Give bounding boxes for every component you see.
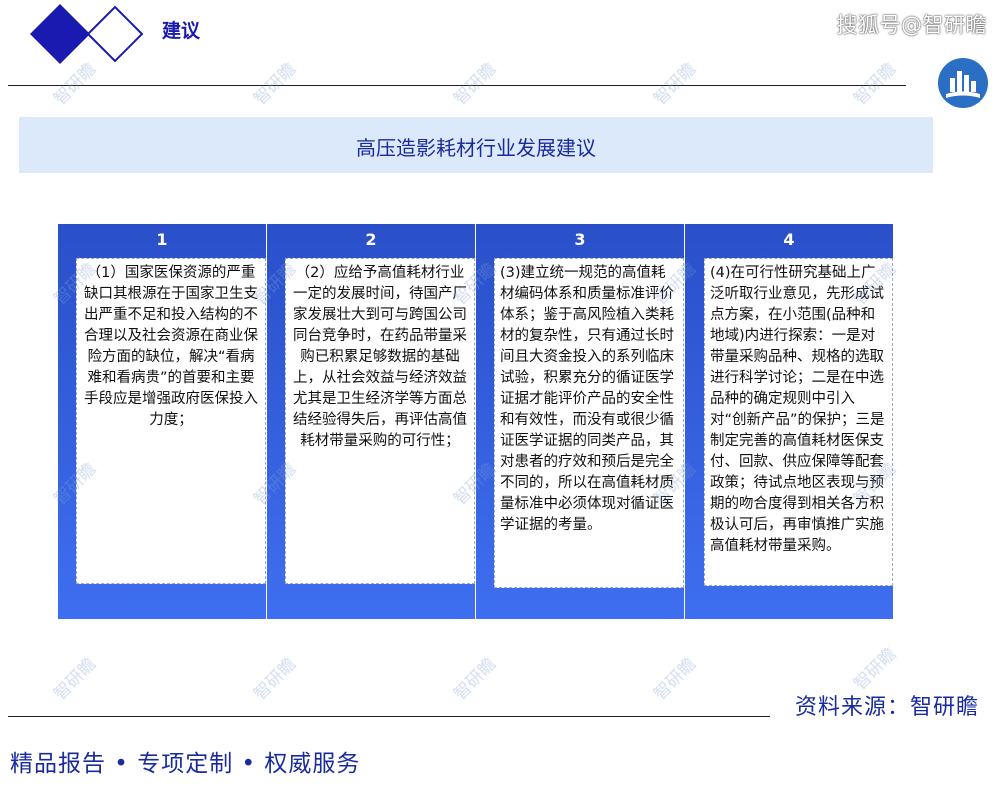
watermark: 智研瞻 — [450, 59, 501, 110]
suggestion-text: (3)建立统一规范的高值耗材编码体系和质量标准评价体系；鉴于高风险植入类耗材的复… — [500, 265, 674, 533]
suggestion-column-4: 4 (4)在可行性研究基础上广泛听取行业意见，先形成试点方案，在小范围(品种和地… — [685, 224, 893, 619]
suggestion-text-box: （1）国家医保资源的严重缺口其根源在于国家卫生支出严重不足和投入结构的不合理以及… — [76, 258, 266, 584]
suggestion-text: （1）国家医保资源的严重缺口其根源在于国家卫生支出严重不足和投入结构的不合理以及… — [84, 265, 258, 428]
title-banner: 高压造影耗材行业发展建议 — [19, 117, 933, 173]
watermark: 智研瞻 — [450, 654, 501, 705]
watermark: 智研瞻 — [50, 654, 101, 705]
suggestion-column-1: 1 （1）国家医保资源的严重缺口其根源在于国家卫生支出严重不足和投入结构的不合理… — [58, 224, 266, 619]
footer-divider — [8, 716, 770, 717]
company-logo-icon — [938, 58, 988, 108]
watermark: 智研瞻 — [850, 59, 901, 110]
suggestion-column-2: 2 （2）应给予高值耗材行业一定的发展时间，待国产厂家发展壮大到可与跨国公司同台… — [267, 224, 475, 619]
suggestion-text-box: （2）应给予高值耗材行业一定的发展时间，待国产厂家发展壮大到可与跨国公司同台竞争… — [285, 258, 475, 584]
header-divider — [8, 85, 906, 86]
watermark: 智研瞻 — [850, 644, 901, 695]
footer-tagline: 精品报告 • 专项定制 • 权威服务 — [10, 751, 361, 777]
column-number: 1 — [156, 230, 168, 249]
platform-tag: 搜狐号@智研瞻 — [836, 13, 987, 37]
header-title: 建议 — [162, 20, 201, 42]
column-number: 3 — [574, 230, 586, 249]
banner-title: 高压造影耗材行业发展建议 — [356, 136, 596, 160]
watermark: 智研瞻 — [250, 59, 301, 110]
column-number: 2 — [365, 230, 377, 249]
suggestion-column-3: 3 (3)建立统一规范的高值耗材编码体系和质量标准评价体系；鉴于高风险植入类耗材… — [476, 224, 684, 619]
watermark: 智研瞻 — [650, 59, 701, 110]
suggestions-panel: 1 （1）国家医保资源的严重缺口其根源在于国家卫生支出严重不足和投入结构的不合理… — [58, 224, 893, 619]
suggestion-text-box: (3)建立统一规范的高值耗材编码体系和质量标准评价体系；鉴于高风险植入类耗材的复… — [494, 258, 684, 588]
column-number: 4 — [783, 230, 795, 249]
suggestion-text: （2）应给予高值耗材行业一定的发展时间，待国产厂家发展壮大到可与跨国公司同台竞争… — [293, 265, 467, 449]
suggestion-text: (4)在可行性研究基础上广泛听取行业意见，先形成试点方案，在小范围(品种和地域)… — [710, 265, 885, 554]
source-note: 资料来源：智研瞻 — [795, 695, 980, 720]
logo-diamonds-icon — [30, 4, 144, 64]
suggestion-text-box: (4)在可行性研究基础上广泛听取行业意见，先形成试点方案，在小范围(品种和地域)… — [704, 258, 893, 586]
watermark: 智研瞻 — [650, 654, 701, 705]
watermark: 智研瞻 — [250, 654, 301, 705]
